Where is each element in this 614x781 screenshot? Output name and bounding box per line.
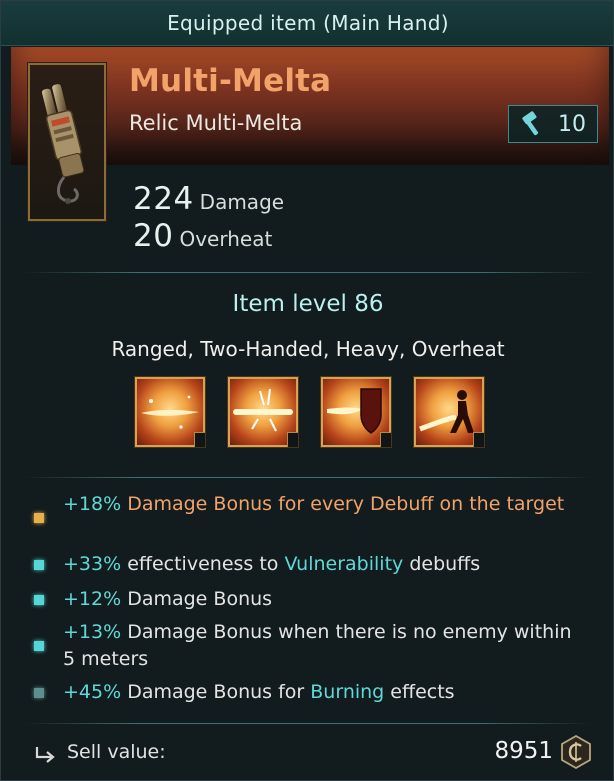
stat-value: 224 [133,181,194,217]
ability-corner-marker [380,432,391,447]
ability-slot-3[interactable] [321,377,391,447]
bonus-value: +12% [63,588,122,610]
bonus-line: +33% effectiveness to Vulnerability debu… [63,551,583,578]
item-tooltip: Equipped item (Main Hand) Multi-Melta Re… [0,0,614,781]
item-level: Item level 86 [232,291,384,317]
bonus-bullet-gold [34,513,44,523]
bonus-keyword: Vulnerability [284,553,404,575]
sell-arrow-icon [35,747,55,763]
bonus-value: +33% [63,553,122,575]
bonus-line: +12% Damage Bonus [63,586,583,613]
divider [23,272,593,273]
stat-label: Overheat [179,227,273,251]
bonus-bullet-teal [34,641,44,651]
item-portrait [28,63,106,221]
bonus-text: Damage Bonus for every Debuff on the tar… [121,493,565,515]
stat-overheat: 20 Overheat [133,218,272,254]
bonus-value: +18% [63,493,122,515]
header-title: Equipped item (Main Hand) [167,11,449,35]
bonus-keyword: Burning [310,681,385,703]
ability-corner-marker [194,432,205,447]
hammer-icon [522,111,539,136]
ability-row [135,377,484,447]
sell-value: 8951 [494,738,553,764]
multi-melta-icon [41,84,85,204]
bonus-text: effectiveness to [121,553,285,575]
bonus-bullet-muted [34,688,44,698]
upgrade-tier-badge: 10 [508,105,598,143]
item-keywords: Ranged, Two-Handed, Heavy, Overheat [111,337,505,361]
bonus-text: Damage Bonus when there is no enemy with… [63,621,572,670]
ability-slot-2[interactable] [228,377,298,447]
tier-value: 10 [558,111,586,137]
bonus-line: +13% Damage Bonus when there is no enemy… [63,619,583,673]
bonus-text: Damage Bonus for [121,681,311,703]
ability-slot-1[interactable] [135,377,205,447]
bonus-value: +45% [63,681,122,703]
ability-corner-marker [287,432,298,447]
stat-damage: 224 Damage [133,181,284,217]
ability-slot-4[interactable] [414,377,484,447]
bonus-text: Damage Bonus [121,588,273,610]
bonus-line: +45% Damage Bonus for Burning effects [63,679,583,706]
divider [23,477,593,478]
divider [23,723,593,724]
bonus-text: effects [384,681,455,703]
ability-corner-marker [473,432,484,447]
bonus-bullet-teal [34,560,44,570]
stat-value: 20 [133,218,174,254]
item-name: Multi-Melta [129,63,332,99]
bonus-text: debuffs [403,553,481,575]
sell-label: Sell value: [67,741,166,763]
bonus-bullet-teal [34,595,44,605]
bonus-line: +18% Damage Bonus for every Debuff on th… [63,491,583,518]
tooltip-header: Equipped item (Main Hand) [1,1,613,46]
item-subtitle: Relic Multi-Melta [129,111,303,135]
coin-icon [561,734,591,770]
stat-label: Damage [199,190,285,214]
bonus-value: +13% [63,621,122,643]
